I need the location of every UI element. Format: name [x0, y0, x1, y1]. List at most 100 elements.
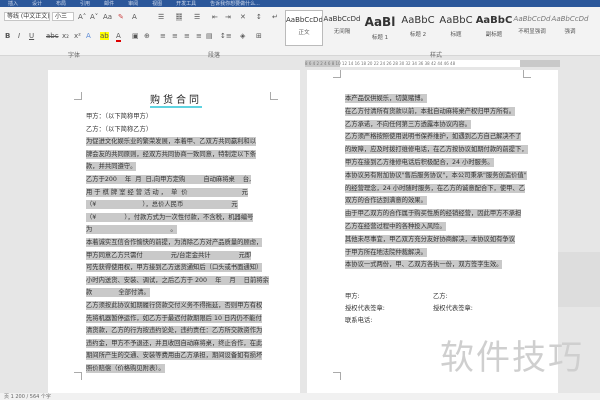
style-name: 不明显强调 — [518, 29, 546, 35]
document-line: 期间所产生的交通、安装等费用由乙方承担，期间设备如有损坏 — [86, 351, 263, 361]
document-line: 其他未尽事宜，甲乙双方充分友好协商解决，本协议如有争议 — [345, 234, 516, 244]
document-line: 用 于 棋 牌 室 经 营 活 动 ， 单 价 元 — [86, 187, 248, 197]
horizontal-ruler[interactable]: 8 6 4 2 2 4 6 8 10 12 14 16 18 20 22 24 … — [305, 60, 560, 67]
document-line: 本协议一式两份，甲、乙双方各执一份，双方签字生效。 — [345, 260, 503, 270]
style-preview: AaBl — [364, 15, 396, 29]
document-line: 为 。 — [86, 225, 177, 235]
underline-icon[interactable]: U — [29, 32, 34, 40]
ribbon-tabs: 插入 设计 布局 引用 邮件 审阅 视图 开发工具 告诉我你想要做什么... — [0, 0, 600, 7]
borders-icon[interactable]: ⊞ — [256, 32, 262, 40]
style-item[interactable]: AaBbC 副标题 — [475, 10, 513, 46]
justify-icon[interactable]: ≡ — [196, 32, 202, 40]
change-case-icon[interactable]: Aa — [103, 13, 112, 21]
style-item[interactable]: AaBbCcDd 强调 — [551, 10, 589, 46]
style-name: 标题 1 — [371, 35, 389, 41]
document-line: 照价赔偿（价格购见附表）。 — [86, 364, 165, 373]
shrink-font-icon[interactable]: A˅ — [90, 13, 98, 21]
ribbon-tab[interactable]: 布局 — [56, 0, 66, 7]
style-name: 正文 — [298, 30, 310, 36]
sort-icon[interactable]: ↕ — [256, 13, 262, 21]
distribute-icon[interactable]: ▤ — [206, 32, 213, 40]
style-item[interactable]: AaBbC 标题 — [437, 10, 475, 46]
document-line: 的故障，应及时拨打维修电话，在乙方按协议如期付款的前提下， — [345, 145, 528, 155]
style-item[interactable]: AaBbCcDd 正文 — [285, 10, 323, 46]
char-border-icon[interactable]: A — [132, 13, 137, 21]
shading-icon[interactable]: ◈ — [240, 32, 245, 40]
styles-gallery: AaBbCcDd 正文 AaBbCcDd 无间隔 AaBl 标题 1 AaBbC 标题 2 Aa… — [285, 10, 590, 46]
ribbon-tab[interactable]: 视图 — [152, 0, 162, 7]
superscript-icon[interactable]: x² — [74, 32, 81, 40]
document-line: 先将机器暂停运作，如乙方于最迟付款期限后 10 日内仍不能付 — [86, 313, 262, 323]
ribbon-tab[interactable]: 开发工具 — [176, 0, 196, 7]
bold-icon[interactable]: B — [5, 32, 10, 40]
align-center-icon[interactable]: ≡ — [172, 32, 178, 40]
style-name: 标题 — [450, 32, 462, 38]
ribbon-tab[interactable]: 设计 — [32, 0, 42, 7]
style-preview: AaBbCcDd — [323, 15, 361, 23]
style-name: 标题 2 — [409, 32, 427, 38]
ribbon-tab[interactable]: 邮件 — [104, 0, 114, 7]
document-line: 可先获得使用权，甲方接到乙方送货通知后（口头或书面通知） — [86, 263, 263, 273]
document-line: 乙方承诺，不向任何第三方透露本协议内容。 — [345, 119, 471, 129]
char-shading-icon[interactable]: ▣ — [132, 32, 139, 40]
document-line: 乙方在经营过程中的各种投入风险。 — [345, 222, 446, 231]
align-left-icon[interactable]: ≡ — [160, 32, 166, 40]
font-color-icon[interactable]: A — [116, 32, 121, 42]
document-line: 乙方须严格按照使用说明书保养维护，如遇到乙方自己解决不了 — [345, 132, 522, 142]
ribbon-tab[interactable]: 审阅 — [128, 0, 138, 7]
line-spacing-icon[interactable]: ↕≡ — [220, 32, 232, 40]
highlight-icon[interactable]: ab — [100, 32, 109, 40]
style-name: 无间隔 — [333, 29, 351, 35]
sign-party-b: 乙方: — [433, 293, 448, 300]
font-name-select[interactable]: 等线 (中文正文) — [4, 12, 50, 21]
document-line: 为促进文化娱乐业的繁荣发展，本着甲、乙双方共同赢利和以 — [86, 137, 257, 147]
ribbon-tab[interactable]: 告诉我你想要做什么... — [210, 0, 260, 7]
text-effects-icon[interactable]: A — [86, 32, 91, 40]
style-item[interactable]: AaBl 标题 1 — [361, 10, 399, 46]
bullets-icon[interactable]: ☰ — [158, 13, 164, 21]
scroll-area — [558, 252, 600, 307]
ribbon: 等线 (中文正文) 小三 A˄ A˅ Aa ✎ A B I U abc x₂ x… — [0, 7, 600, 59]
multilevel-list-icon[interactable]: ☰ — [194, 13, 200, 21]
increase-indent-icon[interactable]: ⇥ — [225, 13, 231, 21]
style-item[interactable]: AaBbCcDd 无间隔 — [323, 10, 361, 46]
style-preview: AaBbCcDd — [513, 15, 551, 23]
numbering-icon[interactable]: ☷ — [176, 13, 183, 21]
document-line: 乙方须按此协议如期履行贷款交付义务不得拖延，否则甲方有权 — [86, 301, 263, 310]
ruler-ticks: 8 6 4 2 2 4 6 8 10 12 14 16 18 20 22 24 … — [305, 61, 456, 66]
ribbon-tab[interactable]: 引用 — [80, 0, 90, 7]
strikethrough-icon[interactable]: abc — [46, 32, 59, 40]
style-name: 副标题 — [485, 32, 503, 38]
styles-group-label: 样式 — [430, 52, 443, 59]
document-line: 于甲方所在地法院仲裁解决。 — [345, 247, 427, 257]
italic-icon[interactable]: I — [18, 32, 20, 40]
style-preview: AaBbCcDd — [286, 16, 322, 24]
style-item[interactable]: AaBbC 标题 2 — [399, 10, 437, 46]
document-line: 甲方同意乙方只需付 元/台定金共计 元即 — [86, 250, 252, 260]
enclose-char-icon[interactable]: ⊕ — [144, 32, 150, 40]
style-item[interactable]: AaBbCcDd 不明显强调 — [513, 10, 551, 46]
subscript-icon[interactable]: x₂ — [62, 32, 69, 40]
document-line: 本协议另有附加协议"售后服务协议"，本公司秉承"服务创造价值" — [345, 170, 527, 180]
document-line: 由于甲乙双方的合作属于购买性质的经销经营，因此甲方不承担 — [345, 209, 522, 219]
document-line: 双方的合作达到满意的效果。 — [345, 196, 427, 206]
document-line: 乙方：（以下简称乙方） — [86, 125, 153, 133]
chinese-layout-icon[interactable]: ✕ — [240, 13, 246, 21]
document-title: 购货合同 — [150, 91, 202, 108]
style-name: 强调 — [564, 29, 576, 35]
style-preview: AaBbC — [401, 15, 435, 26]
align-right-icon[interactable]: ≡ — [184, 32, 190, 40]
clear-format-icon[interactable]: ✎ — [118, 13, 124, 21]
document-line: 甲方：（以下简称甲方） — [86, 113, 153, 120]
document-line: 的经营理念，24 小时随时服务，在乙方的诚意配合下，使甲、乙 — [345, 183, 526, 193]
document-line: 本产品仅供娱乐，切莫赌博。 — [345, 94, 427, 103]
show-marks-icon[interactable]: ↵ — [272, 13, 278, 21]
grow-font-icon[interactable]: A˄ — [78, 13, 86, 21]
ribbon-tab[interactable]: 插入 — [8, 0, 18, 7]
style-preview: AaBbCcDd — [551, 15, 589, 23]
font-size-select[interactable]: 小三 — [52, 12, 74, 21]
document-line: 本着诚实互信合作愉快的前提，为消除乙方对产品质量的顾虑， — [86, 238, 263, 247]
document-line: 款，并共同遵守。 — [86, 162, 137, 172]
decrease-indent-icon[interactable]: ⇤ — [212, 13, 218, 21]
font-group-label: 字体 — [68, 52, 81, 59]
